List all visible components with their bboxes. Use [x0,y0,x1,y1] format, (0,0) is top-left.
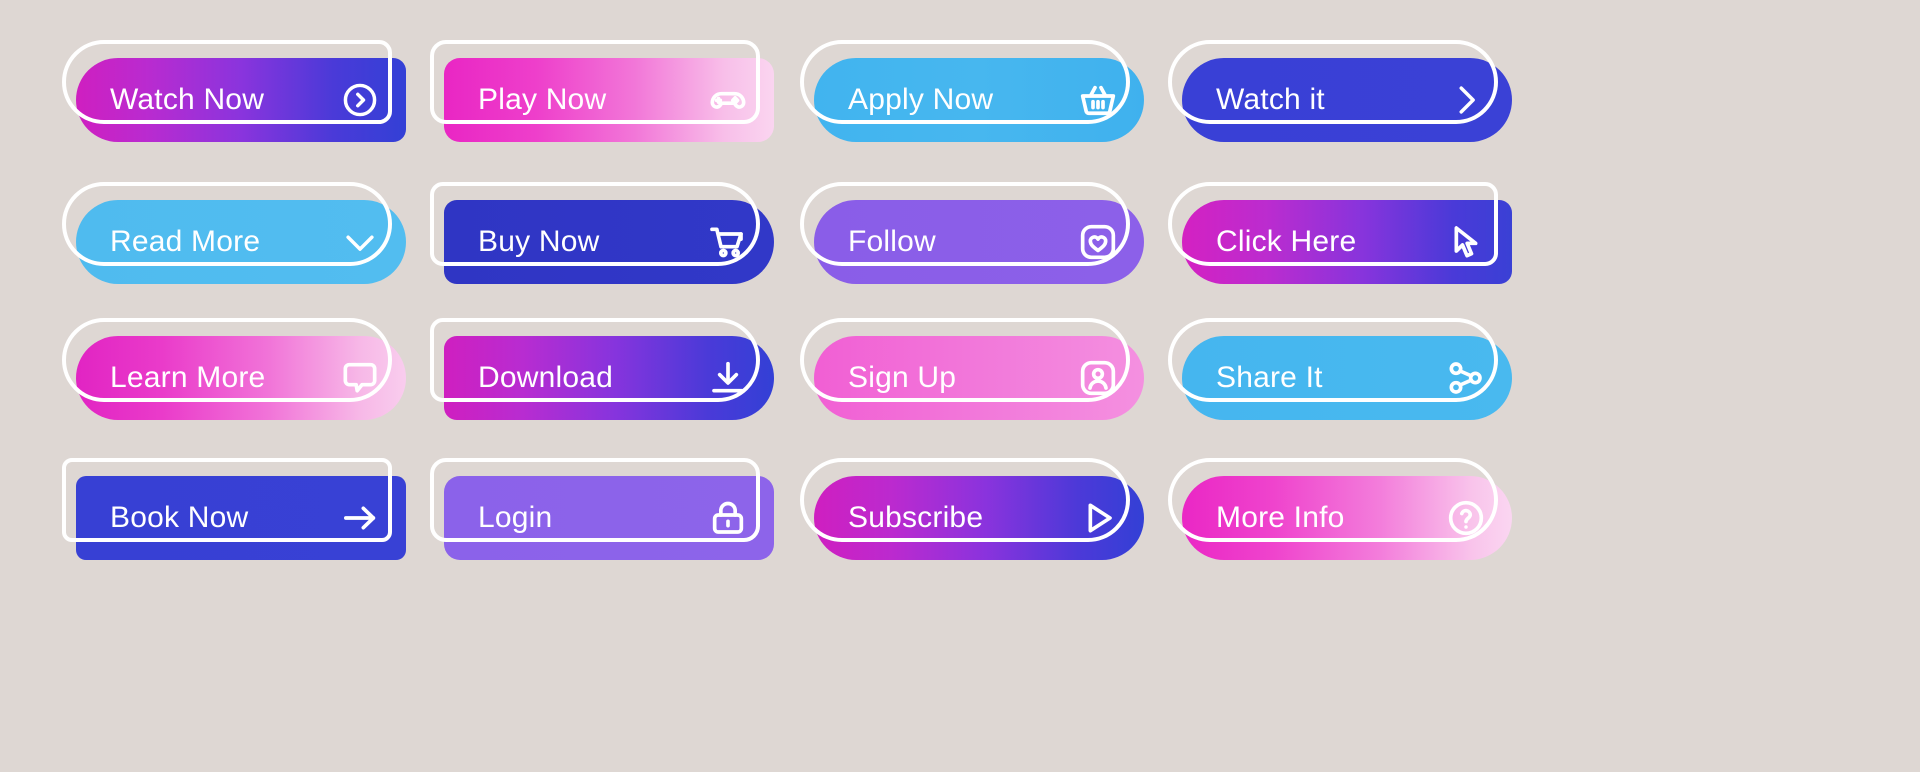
button-body-more-info[interactable]: More Info [1182,476,1512,560]
cta-button-book-now[interactable]: Book Now [62,458,462,578]
cta-button-follow[interactable]: Follow [800,182,1200,302]
button-label-login: Login [478,501,553,534]
button-label-buy-now: Buy Now [478,225,600,258]
button-label-watch-now: Watch Now [110,83,265,116]
button-body-apply-now[interactable]: Apply Now [814,58,1144,142]
button-label-share-it: Share It [1216,361,1323,394]
cta-button-download[interactable]: Download [430,318,830,438]
gamepad-icon [708,80,748,120]
chat-bubble-icon [340,358,380,398]
button-body-play-now[interactable]: Play Now [444,58,774,142]
button-body-watch-now[interactable]: Watch Now [76,58,406,142]
button-body-subscribe[interactable]: Subscribe [814,476,1144,560]
button-body-buy-now[interactable]: Buy Now [444,200,774,284]
button-label-sign-up: Sign Up [848,361,957,394]
chevron-right-icon [1446,80,1486,120]
cta-button-apply-now[interactable]: Apply Now [800,40,1200,160]
button-label-click-here: Click Here [1216,225,1357,258]
shopping-basket-icon [1078,80,1118,120]
button-label-more-info: More Info [1216,501,1345,534]
user-square-icon [1078,358,1118,398]
button-body-login[interactable]: Login [444,476,774,560]
arrow-right-icon [340,498,380,538]
button-body-follow[interactable]: Follow [814,200,1144,284]
button-label-watch-it: Watch it [1216,83,1325,116]
share-nodes-icon [1446,358,1486,398]
cta-button-login[interactable]: Login [430,458,830,578]
button-label-learn-more: Learn More [110,361,266,394]
shopping-cart-icon [708,222,748,262]
cursor-arrow-icon [1446,222,1486,262]
cta-button-sign-up[interactable]: Sign Up [800,318,1200,438]
question-circle-icon [1446,498,1486,538]
button-body-share-it[interactable]: Share It [1182,336,1512,420]
heart-square-icon [1078,222,1118,262]
button-body-learn-more[interactable]: Learn More [76,336,406,420]
button-label-play-now: Play Now [478,83,607,116]
circle-chevron-right-icon [340,80,380,120]
download-icon [708,358,748,398]
lock-icon [708,498,748,538]
button-label-subscribe: Subscribe [848,501,984,534]
button-label-download: Download [478,361,614,394]
button-label-read-more: Read More [110,225,261,258]
button-body-download[interactable]: Download [444,336,774,420]
play-triangle-icon [1078,498,1118,538]
cta-button-learn-more[interactable]: Learn More [62,318,462,438]
button-gallery: Watch Now Play Now Apply Now Watch it Read M… [0,0,1920,772]
button-body-sign-up[interactable]: Sign Up [814,336,1144,420]
button-body-book-now[interactable]: Book Now [76,476,406,560]
button-body-click-here[interactable]: Click Here [1182,200,1512,284]
cta-button-subscribe[interactable]: Subscribe [800,458,1200,578]
cta-button-share-it[interactable]: Share It [1168,318,1568,438]
button-body-watch-it[interactable]: Watch it [1182,58,1512,142]
cta-button-play-now[interactable]: Play Now [430,40,830,160]
cta-button-watch-now[interactable]: Watch Now [62,40,462,160]
cta-button-buy-now[interactable]: Buy Now [430,182,830,302]
cta-button-watch-it[interactable]: Watch it [1168,40,1568,160]
cta-button-more-info[interactable]: More Info [1168,458,1568,578]
button-label-book-now: Book Now [110,501,249,534]
cta-button-click-here[interactable]: Click Here [1168,182,1568,302]
button-label-apply-now: Apply Now [848,83,994,116]
cta-button-read-more[interactable]: Read More [62,182,462,302]
button-label-follow: Follow [848,225,936,258]
chevron-down-icon [340,222,380,262]
button-body-read-more[interactable]: Read More [76,200,406,284]
